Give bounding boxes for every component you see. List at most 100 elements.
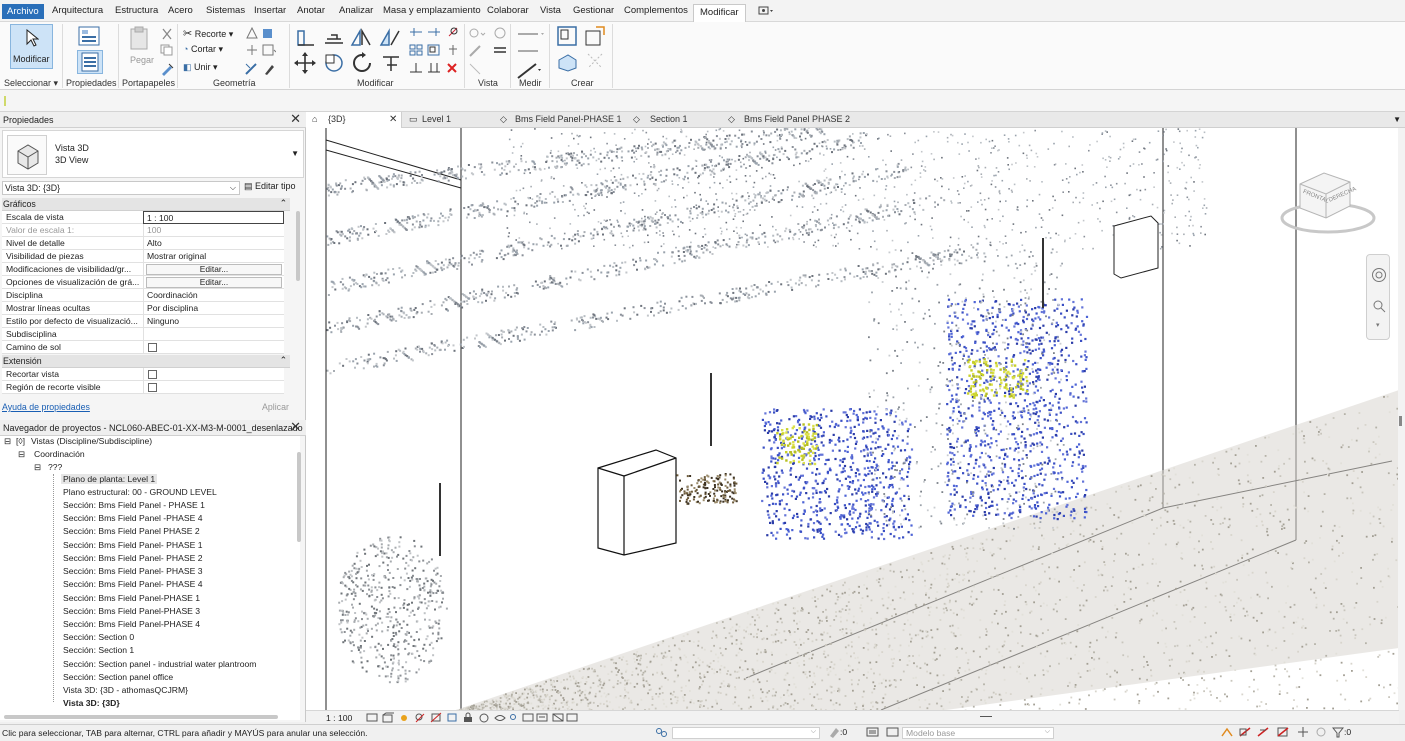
rotate-icon[interactable] (350, 51, 374, 77)
viewctrl-splitter[interactable] (980, 716, 992, 717)
view-scale-field[interactable]: 1 : 100 (143, 211, 284, 224)
type-dropdown-icon[interactable]: ▼ (291, 149, 299, 158)
brush-icon[interactable] (262, 62, 276, 78)
tree-view-item-active[interactable]: Vista 3D: {3D} (63, 698, 120, 708)
delete-icon[interactable] (446, 62, 458, 76)
trim-single-icon[interactable] (409, 62, 423, 76)
viewcube[interactable]: FRONTAL DERECHA (1278, 168, 1378, 238)
menu-complementos[interactable]: Complementos (624, 5, 688, 16)
subdiscipline-field[interactable] (143, 328, 284, 341)
apply-button[interactable]: Aplicar (262, 402, 289, 412)
sun-path-checkbox[interactable] (148, 343, 157, 352)
browser-hscrollbar[interactable] (4, 715, 278, 719)
tree-view-item[interactable]: Vista 3D: {3D - athomasQCJRM} (63, 685, 188, 695)
menu-estructura[interactable]: Estructura (115, 5, 158, 16)
view-tab-level-1[interactable]: ▭ Level 1 (406, 112, 496, 128)
properties-scrollbar[interactable] (296, 211, 300, 281)
drag-elements-icon[interactable] (1296, 726, 1310, 740)
pin-icon[interactable] (446, 44, 460, 58)
menu-anotar[interactable]: Anotar (297, 5, 325, 16)
hide-view-icon[interactable] (468, 26, 492, 42)
workset-icon[interactable] (654, 727, 668, 741)
scale-icon[interactable] (427, 44, 441, 58)
view-tab-bms-phase2[interactable]: ◇ Bms Field Panel PHASE 2 (728, 112, 868, 128)
tree-toggle-icon[interactable]: ⊟ (4, 436, 11, 447)
menu-acero[interactable]: Acero (168, 5, 193, 16)
align-icon[interactable] (296, 27, 316, 49)
menu-analizar[interactable]: Analizar (339, 5, 373, 16)
design-option-dropdown[interactable]: Modelo base ⌵ (902, 727, 1054, 739)
thin-lines-icon[interactable] (493, 44, 507, 60)
join-button[interactable]: ◧ Unir ▾ (183, 62, 218, 73)
nav-dropdown-icon[interactable]: ▾ (1376, 321, 1380, 329)
wall-joins-icon[interactable] (246, 27, 258, 41)
discipline-field[interactable]: Coordinación (143, 289, 284, 302)
paint-icon[interactable] (262, 44, 276, 58)
view-tab-3d[interactable]: ⌂ {3D} ✕ (306, 112, 402, 128)
model-icon[interactable] (886, 726, 900, 740)
tree-view-item[interactable]: Sección: Section panel - industrial wate… (63, 659, 256, 669)
instance-selector[interactable]: Vista 3D: {3D} ⌵ (2, 181, 240, 195)
zoom-icon[interactable] (1372, 299, 1386, 315)
steering-wheel-icon[interactable] (1371, 267, 1387, 285)
create-group-icon[interactable] (556, 50, 578, 74)
detail-level-field[interactable]: Alto (143, 237, 284, 250)
offset-icon[interactable] (323, 27, 345, 49)
array-icon[interactable] (409, 44, 423, 58)
select-by-face-icon[interactable] (1276, 726, 1290, 740)
close-icon[interactable]: ✕ (389, 112, 397, 127)
project-browser-close-icon[interactable]: ✕ (290, 420, 301, 434)
select-links-icon[interactable] (1220, 726, 1234, 740)
contextual-tab-dropdown-icon[interactable] (758, 6, 776, 16)
view-scale-display[interactable]: 1 : 100 (326, 713, 352, 723)
mirror-draw-icon[interactable] (379, 27, 401, 49)
crop-view-checkbox[interactable] (148, 370, 157, 379)
menu-gestionar[interactable]: Gestionar (573, 5, 614, 16)
menu-modificar[interactable]: Modificar (693, 4, 746, 22)
3d-viewport[interactable]: FRONTAL DERECHA ▾ (306, 128, 1399, 710)
type-selector[interactable]: Vista 3D 3D View ▼ (2, 130, 304, 178)
tree-view-item[interactable]: Plano estructural: 00 - GROUND LEVEL (63, 487, 217, 497)
type-properties-icon[interactable] (77, 25, 103, 49)
cope-button[interactable]: ✂ Recorte ▾ (183, 27, 233, 40)
workset-dropdown[interactable]: ⌵ (672, 727, 820, 739)
vg-overrides-edit-button[interactable]: Editar... (146, 264, 282, 275)
menu-sistemas[interactable]: Sistemas (206, 5, 245, 16)
tree-unknown[interactable]: ??? (48, 462, 62, 472)
design-options-icon[interactable] (866, 726, 880, 740)
tree-view-item[interactable]: Sección: Bms Field Panel-PHASE 4 (63, 619, 200, 629)
hidden-lines-field[interactable]: Por disciplina (143, 302, 284, 315)
tree-view-item[interactable]: Sección: Bms Field Panel- PHASE 1 (63, 540, 202, 550)
menu-insertar[interactable]: Insertar (254, 5, 286, 16)
crop-region-checkbox[interactable] (148, 383, 157, 392)
remove-paint-icon[interactable] (244, 62, 258, 78)
demolish-icon[interactable] (246, 44, 258, 58)
move-icon[interactable] (293, 51, 317, 77)
cut-geometry-button[interactable]: ◔ Cortar ▾ (183, 44, 223, 55)
tree-view-item[interactable]: Sección: Bms Field Panel- PHASE 3 (63, 566, 202, 576)
tree-view-item[interactable]: Sección: Section panel office (63, 672, 173, 682)
create-assembly-icon[interactable] (556, 25, 578, 49)
create-similar-icon[interactable] (584, 50, 606, 74)
browser-scrollbar[interactable] (297, 452, 301, 542)
menu-arquitectura[interactable]: Arquitectura (52, 5, 103, 16)
parts-visibility-field[interactable]: Mostrar original (143, 250, 284, 263)
select-pinned-icon[interactable] (1256, 726, 1270, 740)
override-graphics-icon[interactable] (493, 26, 507, 42)
view-tab-section-1[interactable]: ◇ Section 1 (633, 112, 728, 128)
select-dropdown[interactable]: Seleccionar ▾ (4, 78, 58, 89)
match-properties-icon[interactable] (160, 62, 174, 78)
split-gap-icon[interactable] (427, 26, 441, 40)
properties-close-icon[interactable]: ✕ (290, 112, 301, 126)
menu-colaborar[interactable]: Colaborar (487, 5, 529, 16)
tree-view-item[interactable]: Sección: Bms Field Panel - PHASE 1 (63, 500, 205, 510)
tree-view-item[interactable]: Sección: Bms Field Panel -PHASE 4 (63, 513, 202, 523)
unpin-icon[interactable] (446, 26, 460, 40)
view-tab-bms-phase1[interactable]: ◇ Bms Field Panel-PHASE 1 (498, 112, 633, 128)
linework-icon[interactable] (468, 44, 492, 60)
edit-type-button[interactable]: ▤ Editar tipo (244, 181, 296, 192)
tree-root[interactable]: Vistas (Discipline/Subdiscipline) (31, 436, 152, 446)
menu-vista[interactable]: Vista (540, 5, 561, 16)
tree-coord[interactable]: Coordinación (34, 449, 85, 459)
tabs-overflow-icon[interactable]: ▼ (1393, 115, 1401, 124)
